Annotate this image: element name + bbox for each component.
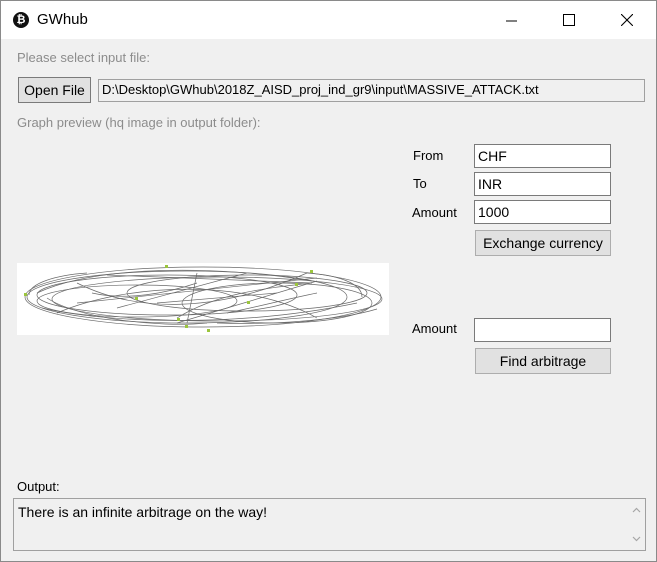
bitcoin-icon: ₿ (13, 12, 29, 28)
output-text: There is an infinite arbitrage on the wa… (18, 504, 268, 520)
scroll-up-icon[interactable] (631, 505, 642, 516)
open-file-button[interactable]: Open File (18, 77, 91, 103)
close-icon (621, 14, 633, 26)
from-label: From (413, 148, 444, 163)
amount-label: Amount (412, 205, 457, 220)
scroll-down-icon[interactable] (631, 533, 642, 544)
app-window: ₿ GWhub Please select input file: Open F… (0, 0, 657, 562)
output-label: Output: (17, 479, 60, 494)
to-currency-input[interactable]: INR (474, 172, 611, 196)
graph-preview-label: Graph preview (hq image in output folder… (17, 115, 261, 130)
graph-preview-image (17, 263, 389, 335)
window-title: GWhub (37, 11, 88, 28)
close-button[interactable] (598, 1, 656, 39)
output-scrollbar[interactable] (628, 499, 645, 550)
output-textbox[interactable]: There is an infinite arbitrage on the wa… (13, 498, 646, 551)
exchange-currency-button[interactable]: Exchange currency (475, 230, 611, 256)
find-arbitrage-button[interactable]: Find arbitrage (475, 348, 611, 374)
to-label: To (413, 176, 427, 191)
arbitrage-amount-label: Amount (412, 321, 457, 336)
maximize-icon (563, 14, 575, 26)
minimize-button[interactable] (482, 1, 540, 39)
file-path-field[interactable]: D:\Desktop\GWhub\2018Z_AISD_proj_ind_gr9… (98, 79, 645, 102)
arbitrage-amount-input[interactable] (474, 318, 611, 342)
title-bar[interactable]: ₿ GWhub (1, 1, 656, 39)
maximize-button[interactable] (540, 1, 598, 39)
from-currency-input[interactable]: CHF (474, 144, 611, 168)
minimize-icon (505, 20, 517, 21)
amount-input[interactable]: 1000 (474, 200, 611, 224)
select-file-label: Please select input file: (17, 50, 150, 65)
